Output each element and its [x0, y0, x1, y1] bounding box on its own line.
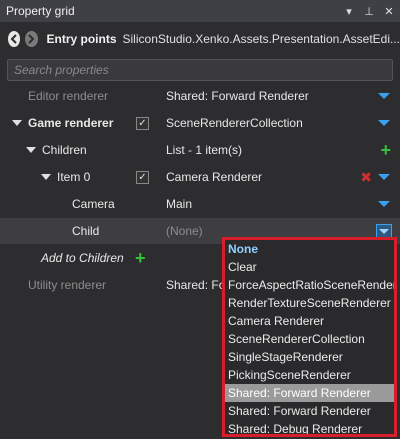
property-name: Children	[26, 137, 87, 163]
property-name: Editor renderer	[28, 89, 109, 103]
add-icon[interactable]: +	[135, 249, 146, 267]
arrow-left-icon	[10, 34, 17, 44]
property-row-editor-renderer[interactable]: Editor renderer Shared: Forward Renderer	[0, 83, 400, 109]
expand-triangle-icon[interactable]	[12, 120, 22, 126]
pin-icon[interactable]: ⊥	[360, 2, 378, 20]
chevron-down-icon	[379, 228, 389, 234]
search-box[interactable]	[7, 59, 393, 81]
property-name: Game renderer	[12, 110, 113, 136]
add-to-children-link[interactable]: Add to Children	[41, 245, 124, 271]
dropdown-arrow-icon[interactable]	[378, 201, 390, 207]
dropdown-menu-icon[interactable]: ▾	[340, 2, 358, 20]
panel-title: Property grid	[6, 4, 75, 18]
property-value: Shared: Forward Renderer	[166, 89, 309, 103]
dropdown-arrow-icon[interactable]	[378, 120, 390, 126]
dropdown-option[interactable]: RenderTextureSceneRenderer	[225, 294, 394, 312]
dropdown-option[interactable]: None	[225, 240, 394, 258]
dropdown-toggle-button[interactable]	[376, 224, 392, 238]
breadcrumb: Entry points SiliconStudio.Xenko.Assets.…	[0, 28, 400, 50]
dropdown-option[interactable]: SingleStageRenderer	[225, 348, 394, 366]
close-icon[interactable]: ✕	[380, 2, 398, 20]
property-row-game-renderer[interactable]: Game renderer ✓ SceneRendererCollection	[0, 110, 400, 136]
dropdown-option[interactable]: PickingSceneRenderer	[225, 366, 394, 384]
panel-titlebar: Property grid ▾ ⊥ ✕	[0, 0, 400, 22]
dropdown-option[interactable]: Shared: Forward Renderer	[225, 402, 394, 420]
property-value: Main	[166, 197, 193, 211]
dropdown-option[interactable]: Shared: Debug Renderer	[225, 420, 394, 434]
property-name: Utility renderer	[28, 278, 107, 292]
property-name: Child	[72, 224, 100, 238]
search-input[interactable]	[14, 63, 392, 77]
property-row-children[interactable]: Children List - 1 item(s) +	[0, 137, 400, 163]
property-name: Item 0	[41, 164, 90, 190]
dropdown-option[interactable]: Camera Renderer	[225, 312, 394, 330]
add-icon[interactable]: +	[380, 141, 391, 159]
dropdown-option[interactable]: ForceAspectRatioSceneRenderer	[225, 276, 394, 294]
property-value: Shared: Fo	[166, 278, 226, 292]
expand-triangle-icon[interactable]	[26, 147, 36, 153]
forward-button[interactable]	[25, 31, 38, 47]
expand-triangle-icon[interactable]	[41, 174, 51, 180]
property-value: (None)	[166, 224, 203, 238]
property-value: Camera Renderer	[166, 170, 263, 184]
renderer-dropdown-list[interactable]: None Clear ForceAspectRatioSceneRenderer Re…	[222, 237, 397, 437]
enabled-checkbox[interactable]: ✓	[136, 117, 149, 130]
dropdown-option[interactable]: SceneRendererCollection	[225, 330, 394, 348]
property-row-item0[interactable]: Item 0 ✓ Camera Renderer ✖	[0, 164, 400, 190]
back-button[interactable]	[8, 31, 21, 47]
property-row-camera[interactable]: Camera Main	[0, 191, 400, 217]
arrow-right-icon	[28, 34, 35, 44]
property-name: Camera	[72, 197, 115, 211]
enabled-checkbox[interactable]: ✓	[136, 171, 149, 184]
dropdown-arrow-icon[interactable]	[378, 174, 390, 180]
property-value: List - 1 item(s)	[166, 143, 243, 157]
dropdown-arrow-icon[interactable]	[378, 93, 390, 99]
dropdown-option[interactable]: Shared: Forward Renderer	[225, 384, 394, 402]
dropdown-option[interactable]: Clear	[225, 258, 394, 276]
breadcrumb-label: Entry points	[46, 32, 117, 46]
property-value: SceneRendererCollection	[166, 116, 303, 130]
breadcrumb-path: SiliconStudio.Xenko.Assets.Presentation.…	[122, 32, 400, 46]
remove-icon[interactable]: ✖	[360, 169, 372, 186]
